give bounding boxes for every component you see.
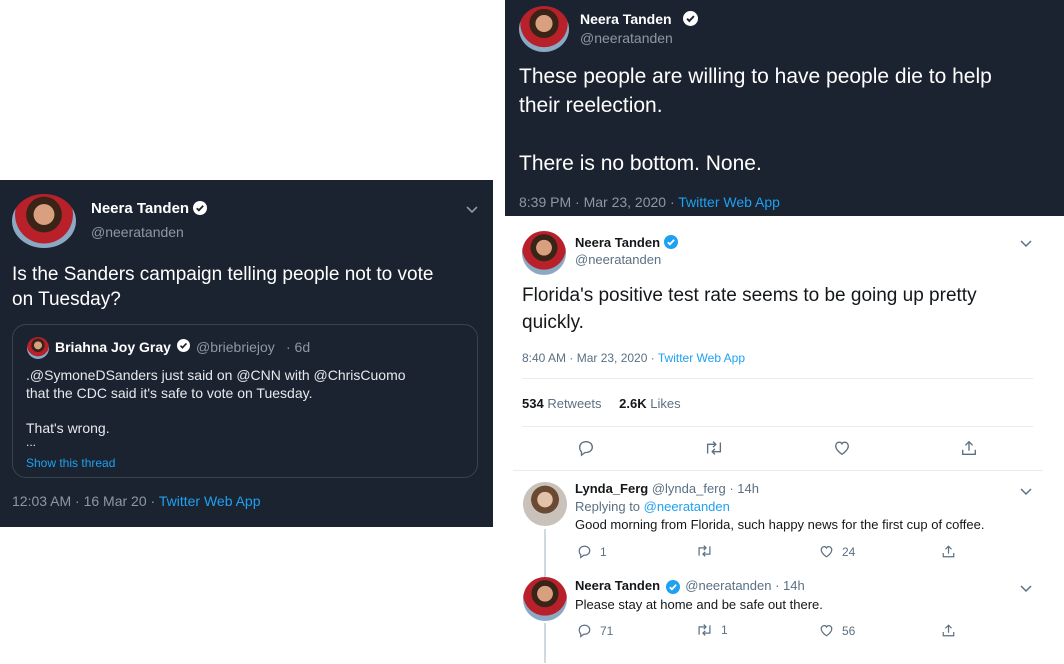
quote-author-name[interactable]: Briahna Joy Gray [55, 339, 171, 355]
reply-age[interactable]: · 14h [729, 481, 759, 496]
show-thread-link[interactable]: Show this thread [26, 456, 115, 470]
source-link[interactable]: Twitter Web App [658, 351, 745, 365]
author-handle[interactable]: @neeratanden [685, 578, 771, 593]
reply-avatar[interactable] [523, 577, 567, 621]
author-name[interactable]: Lynda_Ferg [575, 481, 648, 496]
verified-icon [664, 235, 678, 254]
reply-count: 1 [600, 544, 607, 559]
retweet-action[interactable]: 1 [696, 623, 728, 637]
quoted-tweet[interactable]: Briahna Joy Gray @briebriejoy · 6d .@Sym… [12, 324, 478, 478]
quote-line-1: .@SymoneDSanders just said on @CNN with … [26, 367, 406, 383]
tweet-meta: 8:40 AM · Mar 23, 2020 · Twitter Web App [522, 351, 745, 365]
like-icon [820, 625, 833, 637]
author-handle[interactable]: @neeratanden [91, 224, 184, 240]
reply-header: Lynda_Ferg @lynda_ferg · 14h [575, 481, 759, 496]
reply-count: 71 [600, 623, 614, 638]
share-icon[interactable] [960, 439, 978, 462]
reply-action[interactable]: 71 [577, 623, 613, 638]
thread-line [544, 623, 546, 663]
top-tweet-card: Neera Tanden @neeratanden These people a… [505, 0, 1064, 216]
like-count[interactable]: 2.6K Likes [619, 396, 680, 411]
timestamp[interactable]: 8:40 AM · Mar 23, 2020 · [522, 351, 658, 365]
tweet-stats: 534 Retweets 2.6K Likes [522, 396, 681, 411]
author-name[interactable]: Neera Tanden [575, 235, 660, 250]
like-action[interactable]: 24 [819, 544, 855, 559]
source-link[interactable]: Twitter Web App [678, 194, 780, 210]
reply-age[interactable]: · 14h [775, 578, 805, 593]
reply-icon [578, 624, 591, 638]
quote-ellipsis: ... [26, 435, 37, 449]
author-handle[interactable]: @neeratanden [580, 30, 673, 46]
divider [522, 426, 1033, 427]
main-tweet-card: Neera Tanden @neeratanden Florida's posi… [513, 218, 1064, 664]
reply-header: Neera Tanden @neeratanden · 14h [575, 578, 805, 594]
tweet-line-1: These people are willing to have people … [519, 65, 992, 88]
chevron-down-icon[interactable] [465, 202, 479, 220]
like-count: 24 [842, 544, 856, 559]
avatar[interactable] [12, 194, 76, 248]
tweet-line-1: Florida's positive test rate seems to be… [522, 285, 977, 306]
retweet-icon [698, 624, 711, 636]
reply-icon[interactable] [577, 439, 595, 462]
retweet-count[interactable]: 534 Retweets [522, 396, 602, 411]
tweet-line-2: their reelection. [519, 94, 663, 117]
reply-avatar[interactable] [523, 482, 567, 526]
verified-icon [193, 201, 207, 220]
quote-age: · 6d [286, 339, 311, 355]
quote-handle[interactable]: @briebriejoy [196, 339, 275, 355]
author-name[interactable]: Neera Tanden [580, 11, 672, 27]
retweet-icon[interactable] [704, 440, 724, 461]
verified-icon [177, 339, 190, 357]
share-icon [942, 545, 955, 558]
retweet-count: 1 [721, 623, 728, 637]
tweet-line-2: quickly. [522, 312, 584, 333]
chevron-down-icon[interactable] [1019, 236, 1033, 254]
like-count: 56 [842, 623, 856, 638]
retweet-icon [698, 545, 711, 557]
tweet-meta: 12:03 AM · 16 Mar 20 · Twitter Web App [12, 493, 261, 509]
tweet-text: Is the Sanders campaign telling people n… [12, 264, 434, 310]
chevron-down-icon[interactable] [1019, 581, 1033, 599]
quote-line-3: That's wrong. [26, 420, 110, 436]
tweet-meta: 8:39 PM · Mar 23, 2020 · Twitter Web App [519, 194, 780, 210]
share-action[interactable] [941, 623, 956, 638]
tweet-line-3: There is no bottom. None. [519, 152, 762, 175]
timestamp[interactable]: 8:39 PM · Mar 23, 2020 · [519, 194, 678, 210]
replying-to-link[interactable]: @neeratanden [644, 499, 730, 514]
divider [522, 378, 1033, 379]
verified-icon [665, 579, 680, 594]
like-icon[interactable] [833, 439, 851, 462]
quote-line-2: that the CDC said it's safe to vote on T… [26, 385, 313, 401]
reply-text: Please stay at home and be safe out ther… [575, 597, 823, 612]
author-handle[interactable]: @neeratanden [575, 252, 661, 267]
like-action[interactable]: 56 [819, 623, 855, 638]
like-icon [820, 546, 833, 558]
reply-tweet[interactable]: Lynda_Ferg @lynda_ferg · 14h Replying to… [513, 471, 1043, 589]
source-link[interactable]: Twitter Web App [159, 493, 261, 509]
avatar[interactable] [522, 231, 566, 275]
quote-avatar[interactable] [27, 337, 49, 359]
reply-icon [578, 545, 591, 559]
share-action[interactable] [941, 544, 956, 559]
share-icon [942, 624, 955, 637]
timestamp[interactable]: 12:03 AM · 16 Mar 20 · [12, 493, 159, 509]
avatar[interactable] [519, 6, 569, 52]
reply-action[interactable]: 1 [577, 544, 607, 559]
retweet-action[interactable] [696, 544, 721, 558]
replying-to: Replying to @neeratanden [575, 499, 730, 514]
reply-text: Good morning from Florida, such happy ne… [575, 517, 985, 532]
left-tweet-card: Neera Tanden @neeratanden Is the Sanders… [0, 180, 493, 527]
author-name[interactable]: Neera Tanden [91, 200, 189, 217]
chevron-down-icon[interactable] [1019, 484, 1033, 502]
reply-tweet[interactable]: Neera Tanden @neeratanden · 14h Please s… [513, 571, 1043, 664]
author-handle[interactable]: @lynda_ferg [652, 481, 726, 496]
author-name[interactable]: Neera Tanden [575, 578, 660, 593]
verified-icon [683, 11, 698, 31]
